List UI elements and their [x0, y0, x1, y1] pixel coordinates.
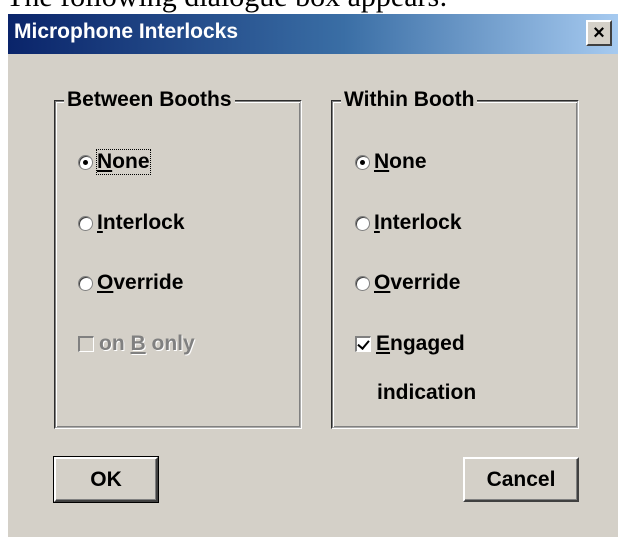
title-bar[interactable]: Microphone Interlocks ×	[8, 14, 618, 54]
between-interlock-label: Interlock	[97, 211, 185, 234]
within-interlock-radio[interactable]: Interlock	[355, 208, 462, 238]
radio-icon	[78, 275, 93, 291]
radio-icon	[355, 215, 370, 231]
background-text: The following dialogue box appears:	[0, 0, 618, 13]
within-booth-group: Within Booth None Interlock Override Eng…	[331, 88, 579, 429]
on-b-only-checkbox: on B only	[78, 329, 195, 359]
close-button[interactable]: ×	[586, 20, 612, 46]
between-interlock-radio[interactable]: Interlock	[78, 208, 185, 238]
within-none-label: None	[374, 150, 427, 173]
ok-button[interactable]: OK	[53, 456, 159, 503]
within-none-radio[interactable]: None	[355, 147, 427, 177]
close-icon: ×	[593, 22, 605, 44]
within-interlock-label: Interlock	[374, 211, 462, 234]
microphone-interlocks-dialog: Microphone Interlocks × Between Booths N…	[7, 13, 618, 537]
between-booths-group: Between Booths None Interlock Override o…	[54, 88, 302, 429]
engaged-label: Engaged	[376, 332, 465, 355]
checkbox-icon	[355, 336, 371, 352]
checkbox-icon	[78, 336, 94, 352]
radio-icon	[78, 215, 93, 231]
radio-icon	[78, 154, 93, 170]
cancel-button[interactable]: Cancel	[463, 457, 579, 502]
on-b-only-label: on B only	[99, 332, 195, 355]
background-text-line: The following dialogue box appears:	[6, 0, 448, 13]
dialog-title: Microphone Interlocks	[14, 20, 239, 43]
radio-icon	[355, 154, 370, 170]
engaged-indication-label-line2: indication	[377, 381, 477, 404]
within-override-label: Override	[374, 271, 461, 294]
between-override-radio[interactable]: Override	[78, 268, 183, 298]
within-override-radio[interactable]: Override	[355, 268, 460, 298]
within-booth-legend: Within Booth	[341, 88, 478, 112]
engaged-indication-checkbox[interactable]: Engaged	[355, 329, 465, 359]
between-booths-legend: Between Booths	[64, 88, 235, 112]
between-none-radio[interactable]: None	[78, 147, 151, 177]
between-override-label: Override	[97, 271, 184, 294]
radio-icon	[355, 275, 370, 291]
between-none-label: None	[96, 149, 151, 175]
